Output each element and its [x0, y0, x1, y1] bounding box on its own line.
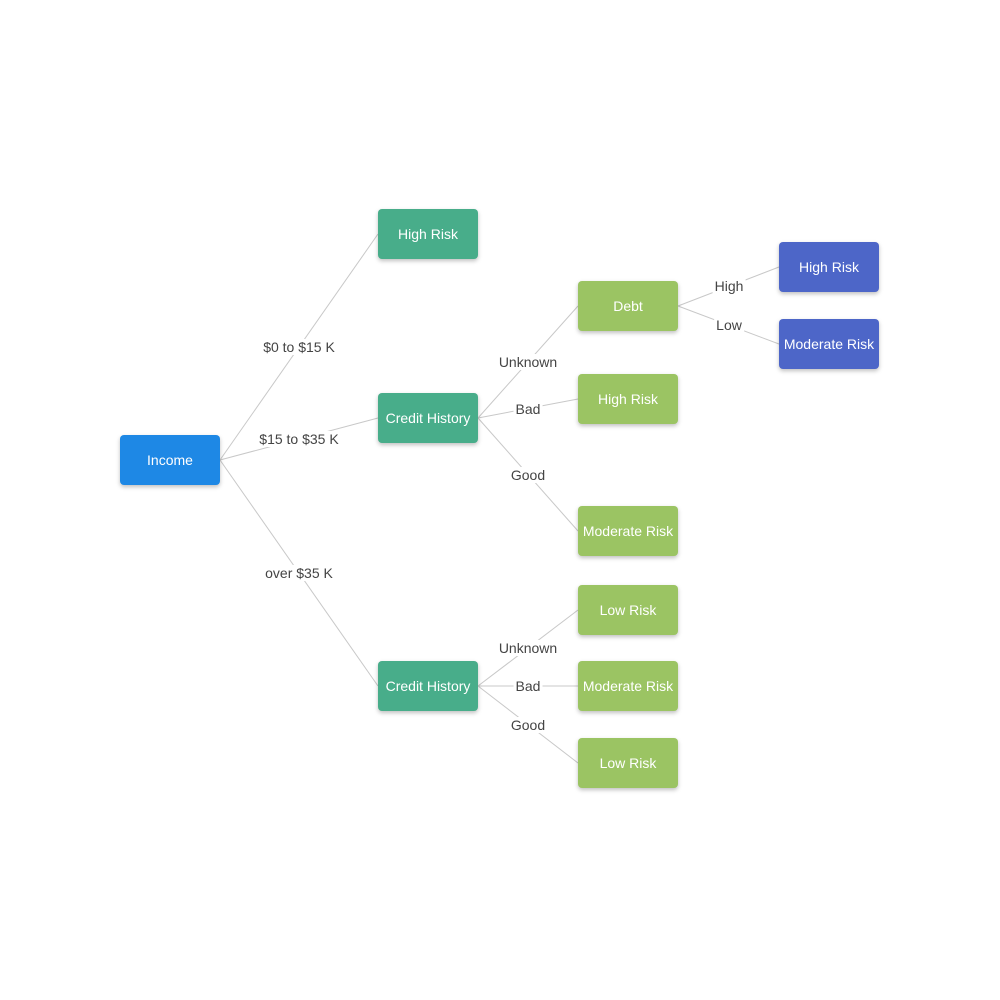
edge-label: Bad: [513, 678, 543, 694]
node-label: Low Risk: [599, 602, 657, 618]
node-label: Credit History: [385, 678, 471, 694]
edge-label: $0 to $15 K: [261, 339, 337, 355]
node-label: Debt: [613, 298, 643, 314]
edge-label: Good: [508, 467, 548, 483]
node-high-risk-3[interactable]: High Risk: [779, 242, 879, 292]
edges-layer: [219, 233, 780, 764]
node-label: High Risk: [598, 391, 658, 407]
node-moderate-risk-3[interactable]: Moderate Risk: [779, 319, 879, 369]
edge-label: Unknown: [496, 640, 560, 656]
node-moderate-risk-2[interactable]: Moderate Risk: [578, 661, 678, 711]
edge-label: Low: [714, 317, 744, 333]
node-credit-history-2[interactable]: Credit History: [378, 661, 478, 711]
edge-label: Unknown: [496, 354, 560, 370]
node-low-risk-1[interactable]: Low Risk: [578, 585, 678, 635]
edge-label: over $35 K: [263, 565, 335, 581]
node-label: High Risk: [799, 259, 859, 275]
node-label: Low Risk: [599, 755, 657, 771]
node-credit-history-1[interactable]: Credit History: [378, 393, 478, 443]
edge-label: Good: [508, 717, 548, 733]
node-label: Moderate Risk: [783, 336, 875, 352]
node-label: Credit History: [385, 410, 471, 426]
node-label: High Risk: [398, 226, 458, 242]
node-income[interactable]: Income: [120, 435, 220, 485]
node-label: Moderate Risk: [582, 678, 674, 694]
edge-label: Bad: [513, 401, 543, 417]
edge-label: $15 to $35 K: [257, 431, 341, 447]
node-low-risk-2[interactable]: Low Risk: [578, 738, 678, 788]
node-label: Income: [147, 452, 193, 468]
node-high-risk-2[interactable]: High Risk: [578, 374, 678, 424]
node-debt[interactable]: Debt: [578, 281, 678, 331]
node-label: Moderate Risk: [582, 523, 674, 539]
node-moderate-risk-1[interactable]: Moderate Risk: [578, 506, 678, 556]
node-high-risk-1[interactable]: High Risk: [378, 209, 478, 259]
edge-label: High: [712, 278, 746, 294]
